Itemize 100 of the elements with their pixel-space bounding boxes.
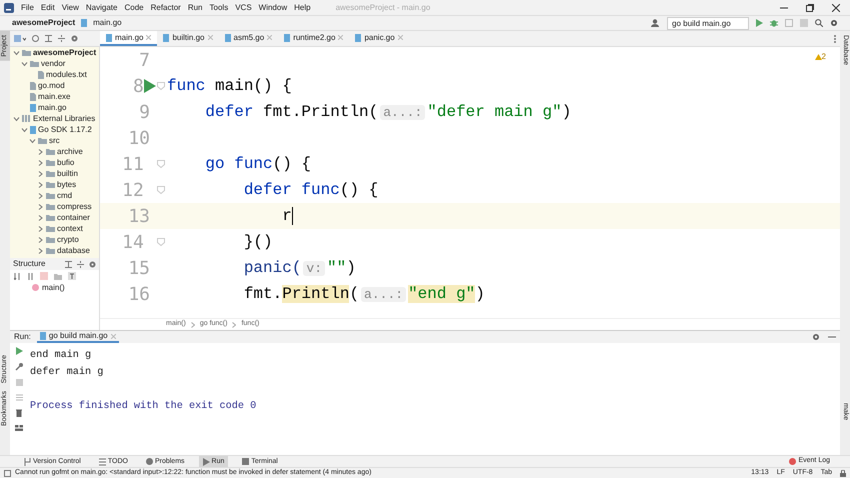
chevron-right-icon[interactable] <box>37 248 44 254</box>
tree-item[interactable]: Go SDK 1.17.2 <box>10 124 99 135</box>
bug-icon[interactable] <box>770 19 778 27</box>
tree-item[interactable]: go.mod <box>10 80 99 91</box>
menu-item[interactable]: Edit <box>40 0 55 15</box>
tree-item[interactable]: cmd <box>10 190 99 201</box>
menu-item[interactable]: Code <box>124 0 144 15</box>
chevron-right-icon[interactable] <box>37 160 44 166</box>
settings-icon[interactable] <box>89 260 96 268</box>
code-line: func main() { <box>166 76 292 97</box>
tree-item[interactable]: compress <box>10 201 99 212</box>
chevron-right-icon[interactable] <box>37 148 44 154</box>
menu-item[interactable]: Run <box>188 0 203 15</box>
breadcrumb-item[interactable]: main.go <box>93 17 122 29</box>
line-number: 10 <box>127 126 150 150</box>
run-config-dropdown[interactable]: go build main.go <box>667 16 749 30</box>
breadcrumb-item[interactable]: awesomeProject <box>12 17 76 29</box>
trash-icon[interactable] <box>16 409 22 417</box>
chevron-down-icon[interactable] <box>21 126 28 132</box>
chevron-right-icon[interactable] <box>37 214 44 220</box>
code-line: go func() { <box>204 154 312 175</box>
info-icon <box>146 458 153 466</box>
tree-item[interactable]: bytes <box>10 179 99 190</box>
chevron-down-icon[interactable] <box>13 116 20 122</box>
editor-tab[interactable]: runtime2.go <box>278 31 350 46</box>
chevron-right-icon[interactable] <box>37 192 44 198</box>
tree-item[interactable]: modules.txt <box>10 69 99 80</box>
warning-icon <box>814 54 822 60</box>
collapse-icon[interactable] <box>45 35 52 42</box>
expand-icon[interactable] <box>77 260 84 268</box>
tree-item[interactable]: External Libraries <box>10 113 99 124</box>
structure-item[interactable]: main() <box>10 282 99 293</box>
library-icon <box>22 115 31 122</box>
text-caret <box>292 206 293 225</box>
tree-item[interactable]: crypto <box>10 234 99 245</box>
code-line: r <box>281 206 293 227</box>
run-icon[interactable] <box>16 347 22 355</box>
menu-item[interactable]: Navigate <box>86 0 118 15</box>
menu-item[interactable]: View <box>62 0 79 15</box>
chevron-right-icon <box>190 322 195 328</box>
editor-tab[interactable]: main.go <box>100 31 158 46</box>
tree-item[interactable]: archive <box>10 146 99 157</box>
tree-item[interactable]: src <box>10 135 99 146</box>
square-icon[interactable] <box>4 470 11 476</box>
file-icon <box>355 34 362 42</box>
lock-icon[interactable] <box>840 470 846 476</box>
run-icon[interactable] <box>144 79 156 93</box>
run-config-tab[interactable]: go build main.go <box>36 331 119 343</box>
view-icon[interactable] <box>14 35 26 42</box>
menu-item[interactable]: File <box>21 0 34 15</box>
editor-tab[interactable]: asm5.go <box>218 31 278 46</box>
line-number: 15 <box>127 256 150 280</box>
file-icon <box>224 34 230 42</box>
chevron-right-icon[interactable] <box>37 204 44 210</box>
run-icon[interactable] <box>756 19 763 27</box>
layout-icon[interactable] <box>15 425 23 431</box>
sort-icon[interactable] <box>27 272 34 280</box>
list-icon <box>98 458 106 466</box>
tree-item[interactable]: awesomeProject <box>10 47 99 58</box>
expand-icon[interactable] <box>58 35 65 42</box>
tree-item[interactable]: main.go <box>10 102 99 113</box>
line-number: 7 <box>138 48 150 72</box>
target-icon[interactable] <box>32 35 39 42</box>
editor-tab[interactable]: panic.go <box>349 31 409 46</box>
tree-item[interactable]: database <box>10 245 99 256</box>
chevron-down-icon[interactable] <box>21 60 28 66</box>
line-number: 13 <box>127 204 150 228</box>
tree-item[interactable]: builtin <box>10 168 99 179</box>
menu-item[interactable]: Window <box>258 0 288 15</box>
sort-icon[interactable] <box>14 272 21 280</box>
chevron-down-icon[interactable] <box>13 50 20 56</box>
chevron-down-icon[interactable] <box>29 138 36 144</box>
chevron-right-icon[interactable] <box>37 226 44 232</box>
chevron-right-icon[interactable] <box>37 236 44 242</box>
settings-icon[interactable] <box>812 333 820 341</box>
settings-icon[interactable] <box>71 35 78 42</box>
wrench-icon[interactable] <box>15 363 23 371</box>
file-icon <box>284 34 290 42</box>
tree-item[interactable]: vendor <box>10 58 99 69</box>
menu-item[interactable]: VCS <box>235 0 252 15</box>
search-icon[interactable] <box>815 19 823 27</box>
line-number: 16 <box>127 282 150 306</box>
user-icon[interactable] <box>651 19 660 27</box>
close-icon[interactable] <box>832 4 840 12</box>
warning-count[interactable]: 2 <box>814 51 826 63</box>
tree-item[interactable]: container <box>10 212 99 223</box>
tree-item[interactable]: context <box>10 223 99 234</box>
chevron-right-icon[interactable] <box>37 170 44 176</box>
tree-item[interactable]: bufio <box>10 157 99 168</box>
restore-icon[interactable] <box>806 4 814 12</box>
editor-tab[interactable]: builtin.go <box>157 31 218 46</box>
menu-item[interactable]: Help <box>294 0 311 15</box>
tree-item[interactable]: main.exe <box>10 91 99 102</box>
line-number: 11 <box>121 152 144 176</box>
parameter-hint: v: <box>303 261 326 276</box>
collapse-icon[interactable] <box>65 260 72 268</box>
menu-item[interactable]: Tools <box>210 0 228 15</box>
menu-item[interactable]: Refactor <box>150 0 181 15</box>
settings-icon[interactable] <box>830 19 838 27</box>
chevron-right-icon[interactable] <box>37 182 44 188</box>
